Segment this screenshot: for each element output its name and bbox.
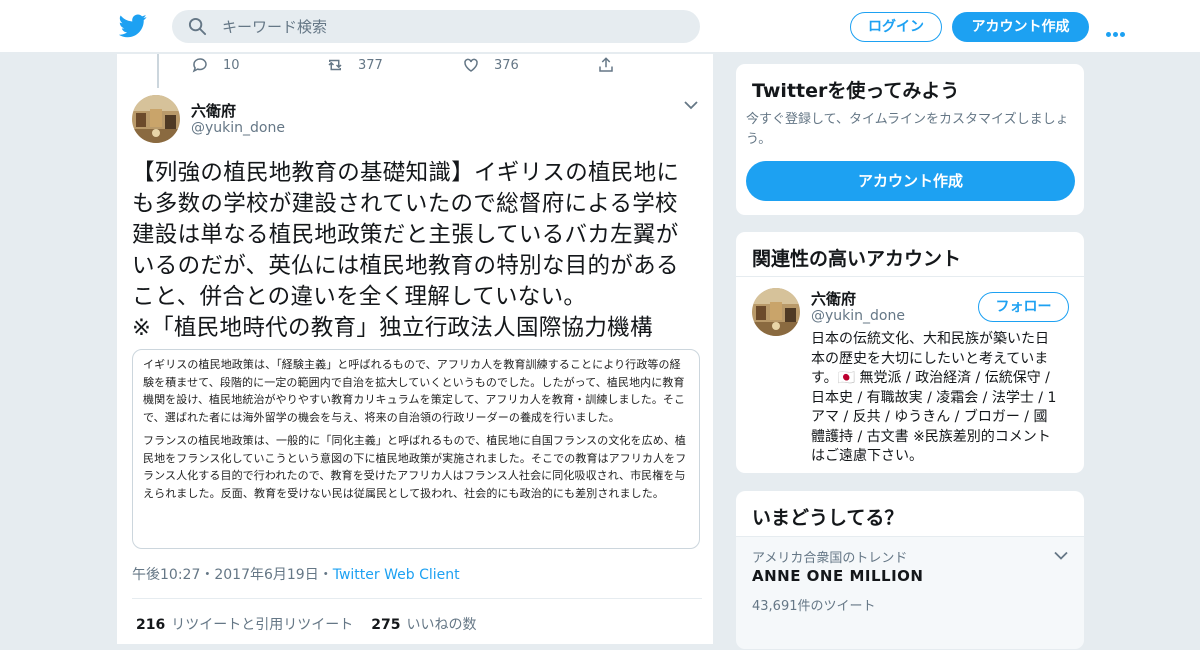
bio-line: 日本史 / 有職故実 / 凌霜会 / 法学士 / 1 [811,389,1057,406]
trend-context: アメリカ合衆国のトレンド [752,551,908,566]
divider [132,598,702,599]
tweet-stats: 216 リツイートと引用リツイート 275 いいねの数 [136,614,476,634]
tweet-text-line: ※「植民地時代の教育」独立行政法人国際協力機構 [132,315,653,341]
signup-promo-button[interactable]: アカウント作成 [746,161,1075,201]
share-action[interactable] [597,56,629,74]
signup-promo-card: Twitterを使ってみよう 今すぐ登録して、タイムラインをカスタマイズしましょ… [735,63,1085,216]
thread-connector-line [157,54,159,88]
search-box[interactable] [172,10,700,43]
tweet-text-line: 建設は単なる植民地政策だと主張しているバカ左翼が [132,222,679,248]
related-account-name[interactable]: 六衛府 [811,288,856,309]
bio-line: 體護持 / 古文書 ※民族差別的コメント [811,428,1051,445]
retweet-icon [328,59,342,71]
follow-button[interactable]: フォロー [978,292,1069,322]
related-account-bio: 日本の伝統文化、大和民族が築いた日 本の歴史を大切にしたいと考えていま す。🇯🇵… [811,330,1073,467]
bio-line: はご遠慮下さい。 [811,448,923,464]
image-paragraph: フランスの植民地政策は、一般的に「同化主義」と呼ばれるもので、植民地に自国フラン… [143,434,687,500]
bio-line: 日本の伝統文化、大和民族が築いた日 [811,331,1049,347]
retweet-stat-label: リツイートと引用リツイート [171,617,354,633]
bio-line: す。🇯🇵 無党派 / 政治経済 / 伝統保守 / [811,370,1050,386]
reply-count: 10 [223,57,240,73]
tweet-attached-image[interactable]: イギリスの植民地政策は、「経験主義」と呼ばれるもので、アフリカ人を教育訓練するこ… [132,349,700,549]
avatar-image [132,95,180,143]
retweet-stat-count: 216 [136,617,166,633]
tweet-text-line: 【列強の植民地教育の基礎知識】イギリスの植民地に [132,160,680,186]
author-handle[interactable]: @yukin_done [191,120,285,136]
image-paragraph: イギリスの植民地政策は、「経験主義」と呼ばれるもので、アフリカ人を教育訓練するこ… [143,358,686,424]
related-accounts-card: 関連性の高いアカウント 六衛府 @yukin_done フォロー 日本の伝統文化… [735,231,1085,474]
tweet-text-line: も多数の学校が建設されていたので総督府による学校 [132,191,678,217]
like-action[interactable]: 376 [462,56,519,74]
tweet-detail-column: 10 377 376 六衛府 @yukin_done 【列強の植民地教育の基礎知 [116,54,714,644]
twitter-bird-logo-icon[interactable] [119,13,147,39]
retweet-count: 377 [358,57,383,73]
trend-name[interactable]: ANNE ONE MILLION [752,567,923,585]
tweet-text: 【列強の植民地教育の基礎知識】イギリスの植民地に も多数の学校が建設されていたの… [132,158,702,344]
more-options-icon[interactable] [1106,22,1130,37]
chevron-down-icon[interactable] [684,100,698,110]
tweet-date[interactable]: 2017年6月19日 [214,567,318,583]
reply-icon [192,58,207,73]
bio-line: 本の歴史を大切にしたいと考えていま [811,350,1049,367]
trends-title: いまどうしてる？ [752,507,904,529]
author-name[interactable]: 六衛府 [191,100,236,121]
search-input[interactable] [222,10,682,43]
retweet-action[interactable]: 377 [326,56,383,74]
trends-header: いまどうしてる？ [736,491,1084,537]
signup-button[interactable]: アカウント作成 [952,12,1089,42]
divider [736,276,1084,277]
tweet-text-line: こと、併合との違いを全く理解していない。 [132,284,587,310]
bio-line: アマ / 反共 / ゆうきん / ブロガー / 國 [811,409,1048,425]
like-stat[interactable]: 275 いいねの数 [371,617,476,633]
search-icon [188,17,207,36]
reply-action[interactable]: 10 [191,56,240,74]
meta-separator: ・ [318,567,333,583]
tweet-text-line: いるのだが、英仏には植民地教育の特別な目的がある [132,253,679,279]
trend-item[interactable]: アメリカ合衆国のトレンド ANNE ONE MILLION 43,691件のツイ… [736,537,1084,621]
related-account-avatar[interactable] [752,288,800,336]
share-icon [599,57,613,72]
related-accounts-title: 関連性の高いアカウント [752,248,962,270]
trend-tweet-count: 43,691件のツイート [752,599,876,614]
tweet-client-link[interactable]: Twitter Web Client [333,567,460,583]
like-stat-label: いいねの数 [406,617,477,633]
related-account-handle[interactable]: @yukin_done [811,308,905,324]
top-navigation-bar: ログイン アカウント作成 [0,0,1200,53]
login-button[interactable]: ログイン [850,12,942,42]
signup-promo-title: Twitterを使ってみよう [752,80,960,102]
heart-icon [464,58,478,72]
tweet-time[interactable]: 午後10:27 [132,567,200,583]
like-stat-count: 275 [371,617,401,633]
like-count: 376 [494,57,519,73]
meta-separator: ・ [200,567,215,583]
tweet-metadata: 午後10:27・2017年6月19日・Twitter Web Client [132,564,460,584]
avatar-image [752,288,800,336]
signup-promo-description: 今すぐ登録して、タイムラインをカスタマイズしましょう。 [746,112,1069,147]
chevron-down-icon[interactable] [1054,551,1068,560]
trends-card: いまどうしてる？ アメリカ合衆国のトレンド ANNE ONE MILLION 4… [735,490,1085,650]
author-avatar[interactable] [132,95,180,143]
retweet-stat[interactable]: 216 リツイートと引用リツイート [136,617,353,633]
